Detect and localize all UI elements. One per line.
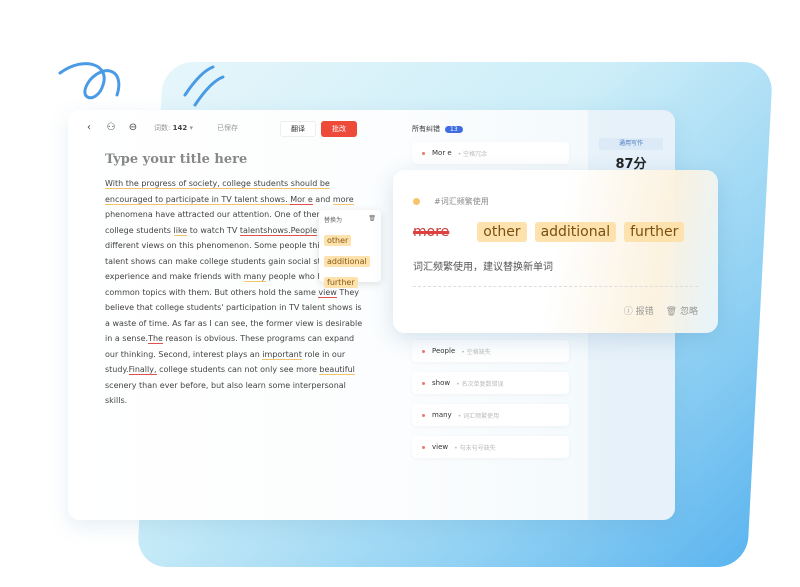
flagged-word[interactable]: more — [332, 194, 354, 205]
suggestion-option[interactable]: additional — [534, 222, 617, 242]
error-type: • 名次单复数错误 — [456, 380, 504, 388]
suggestion-option[interactable]: other — [477, 222, 527, 242]
dot-icon — [422, 445, 425, 449]
text-segment: to watch TV — [187, 225, 240, 235]
correct-button[interactable]: 批改 — [321, 121, 357, 137]
word-count[interactable]: 词数: 142 ▾ — [154, 123, 193, 133]
error-type: • 空格缺失 — [461, 348, 491, 356]
decorative-squiggle — [58, 62, 225, 107]
error-item[interactable]: People • 空格缺失 — [412, 340, 569, 362]
flagged-word[interactable]: Finally, — [128, 365, 157, 375]
dot-icon — [422, 381, 425, 385]
flagged-word[interactable]: many — [243, 272, 267, 282]
dot-icon — [422, 349, 425, 353]
error-type: • 句末句号缺失 — [454, 444, 496, 452]
text-segment: scenery than ever before, but also learn… — [105, 380, 346, 406]
minus-circle-icon[interactable]: ⊖ — [126, 122, 140, 133]
trash-icon: 🗑 — [665, 307, 678, 317]
flagged-word[interactable]: beautiful — [319, 365, 355, 375]
error-word: view — [432, 443, 449, 451]
dot-icon — [422, 151, 425, 155]
text-segment: and — [312, 194, 333, 204]
report-button[interactable]: ⓘ 报错 — [624, 304, 654, 317]
error-item[interactable]: show • 名次单复数错误 — [412, 372, 569, 394]
flagged-word[interactable]: The — [148, 334, 163, 344]
suggestion-card: #词汇频繁使用 more other additional further 词汇… — [393, 170, 718, 333]
error-word: Mor e — [432, 149, 452, 157]
replace-option[interactable]: additional — [324, 256, 370, 267]
user-icon[interactable]: ⚇ — [104, 122, 118, 133]
error-type: • 空格冗余 — [457, 150, 488, 158]
score-category[interactable]: 通用写作 — [599, 138, 663, 150]
flagged-word[interactable]: talentshows.People — [239, 225, 318, 236]
dot-icon — [413, 198, 420, 205]
replace-option[interactable]: other — [324, 235, 352, 246]
suggestion-description: 词汇频繁使用，建议替换新单词 — [413, 262, 553, 273]
error-item[interactable]: many • 词汇频繁使用 — [412, 404, 569, 426]
replace-option[interactable]: further — [324, 277, 358, 288]
dot-icon — [422, 413, 425, 417]
divider — [413, 286, 698, 287]
error-type: • 词汇频繁使用 — [457, 412, 500, 420]
text-segment: college students can not only see more — [156, 365, 320, 374]
error-word: People — [432, 347, 456, 355]
ignore-button[interactable]: 🗑 忽略 — [666, 304, 698, 317]
errors-header: 所有纠错 13 — [412, 124, 463, 134]
saved-status: 已保存 — [216, 123, 238, 132]
original-word: more — [413, 224, 450, 240]
title-input[interactable]: Type your title here — [105, 152, 247, 167]
info-icon: ⓘ — [623, 307, 633, 317]
translate-button[interactable]: 翻译 — [280, 121, 316, 137]
toolbar: ‹ ⚇ ⊖ 词数: 142 ▾ 已保存 — [82, 122, 238, 133]
trash-icon[interactable]: 🗑 — [368, 215, 376, 224]
flagged-word[interactable]: like — [173, 225, 188, 236]
error-item[interactable]: Mor e • 空格冗余 — [412, 142, 569, 164]
error-word: many — [432, 411, 452, 419]
error-count-badge: 13 — [445, 125, 463, 133]
back-icon[interactable]: ‹ — [82, 122, 96, 133]
flagged-word[interactable]: Mor e — [290, 194, 313, 205]
error-item[interactable]: view • 句末句号缺失 — [412, 436, 569, 458]
flagged-word[interactable]: important — [262, 349, 302, 360]
replace-tooltip: 替换为 🗑 other additional further — [319, 210, 381, 288]
error-word: show — [432, 379, 451, 387]
suggestion-option[interactable]: further — [624, 222, 685, 242]
